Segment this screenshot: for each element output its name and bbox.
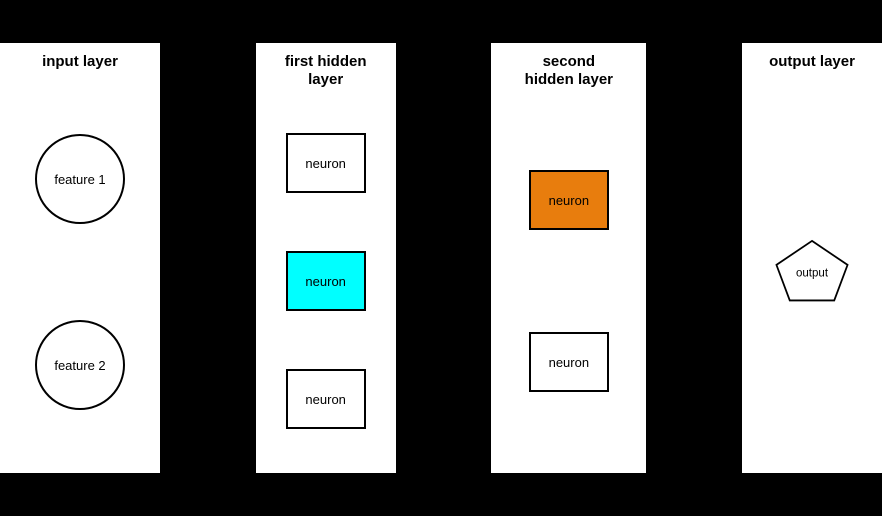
shl-neuron-1: neuron xyxy=(529,170,609,230)
gap-2 xyxy=(396,43,492,473)
input-layer-panel: input layer feature 1 feature 2 xyxy=(0,43,160,473)
input-node-feature2: feature 2 xyxy=(35,320,125,410)
gap-1 xyxy=(160,43,256,473)
fhl-nodes-container: neuron neuron neuron xyxy=(256,99,396,473)
first-hidden-layer-title: first hiddenlayer xyxy=(285,53,367,89)
input-node-feature1: feature 1 xyxy=(35,134,125,224)
shl-nodes-container: neuron neuron xyxy=(491,99,646,473)
fhl-neuron-3: neuron xyxy=(286,369,366,429)
output-node: output xyxy=(772,235,852,310)
output-layer-title: output layer xyxy=(769,53,855,71)
shl-neuron-2: neuron xyxy=(529,332,609,392)
second-hidden-layer-title: secondhidden layer xyxy=(525,53,613,89)
output-layer-panel: output layer output xyxy=(742,43,882,473)
input-nodes-container: feature 1 feature 2 xyxy=(0,81,160,473)
output-nodes-container: output xyxy=(742,81,882,473)
fhl-neuron-1: neuron xyxy=(286,133,366,193)
input-layer-title: input layer xyxy=(42,53,118,71)
svg-text:output: output xyxy=(796,267,829,279)
gap-3 xyxy=(646,43,742,473)
first-hidden-layer-panel: first hiddenlayer neuron neuron neuron xyxy=(256,43,396,473)
neural-network-diagram: input layer feature 1 feature 2 first hi… xyxy=(0,0,882,516)
fhl-neuron-2: neuron xyxy=(286,251,366,311)
second-hidden-layer-panel: secondhidden layer neuron neuron xyxy=(491,43,646,473)
